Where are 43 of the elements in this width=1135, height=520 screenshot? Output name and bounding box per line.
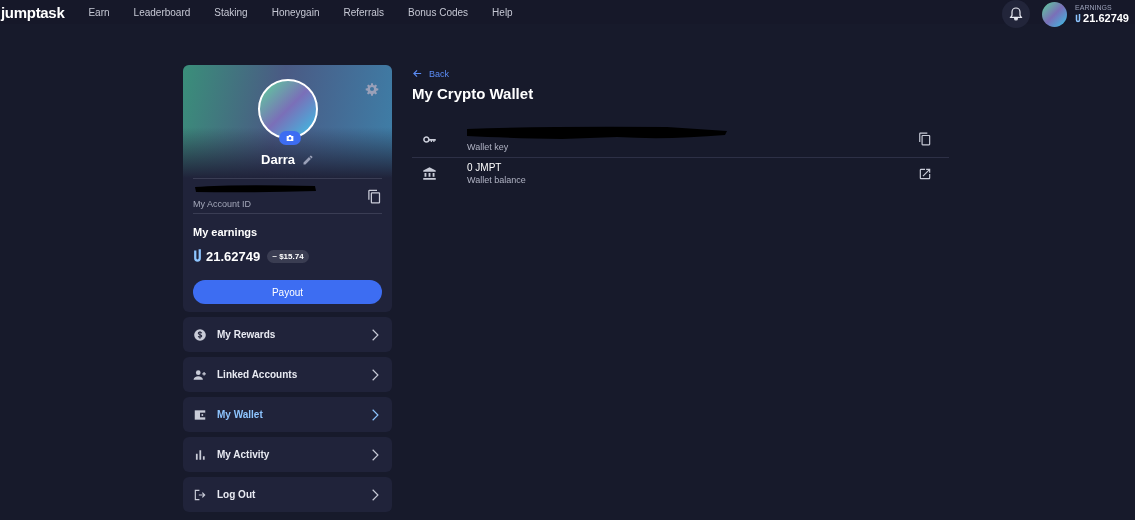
- camera-icon: [284, 133, 295, 143]
- field-label: Wallet balance: [467, 175, 527, 185]
- menu-item[interactable]: My Rewards: [183, 317, 392, 352]
- arrow-left-icon: [412, 68, 423, 79]
- external-link-icon[interactable]: [918, 166, 932, 181]
- profile-name: Darra: [261, 152, 295, 167]
- account-id-label: My Account ID: [193, 199, 253, 209]
- nav-link[interactable]: Bonus Codes: [408, 6, 469, 18]
- dollar-icon: [193, 327, 207, 342]
- person-add-icon: [193, 367, 207, 382]
- camera-button[interactable]: [278, 131, 301, 145]
- wallet-balance-value: 0 JMPT: [467, 162, 503, 173]
- bank-icon: [422, 166, 437, 181]
- logo[interactable]: jumptask: [1, 3, 65, 21]
- earnings-title: My earnings: [193, 226, 259, 238]
- wallet-icon: [193, 407, 207, 422]
- bar-chart-icon: [193, 447, 207, 462]
- nav-link[interactable]: Referrals: [343, 6, 385, 18]
- menu-item[interactable]: My Activity: [183, 437, 392, 472]
- edit-icon[interactable]: [302, 153, 314, 166]
- usd-badge: ~ $15.74: [267, 249, 309, 263]
- token-icon: [193, 248, 202, 264]
- payout-button[interactable]: Payout: [193, 280, 382, 304]
- nav-link[interactable]: Earn: [88, 6, 110, 18]
- page-title: My Crypto Wallet: [412, 85, 535, 102]
- copy-icon[interactable]: [918, 132, 932, 146]
- nav-link[interactable]: Staking: [214, 6, 248, 18]
- earnings-value: 21.62749: [206, 248, 261, 264]
- earnings-value: 21.62749: [1083, 13, 1129, 24]
- menu-item[interactable]: Linked Accounts: [183, 357, 392, 392]
- field-label: Wallet key: [467, 142, 510, 152]
- menu-item[interactable]: My Wallet: [183, 397, 392, 432]
- copy-icon[interactable]: [367, 188, 382, 204]
- nav-link[interactable]: Help: [492, 6, 513, 18]
- bell-icon: [1008, 6, 1025, 22]
- token-icon: [1075, 13, 1082, 24]
- back-link[interactable]: Back: [412, 68, 449, 79]
- nav-link[interactable]: Leaderboard: [133, 6, 191, 18]
- logout-icon: [193, 487, 207, 502]
- notifications-button[interactable]: [1002, 0, 1031, 28]
- nav-link[interactable]: Honeygain: [271, 6, 320, 18]
- menu-item[interactable]: Log Out: [183, 477, 392, 512]
- avatar[interactable]: [1042, 1, 1068, 27]
